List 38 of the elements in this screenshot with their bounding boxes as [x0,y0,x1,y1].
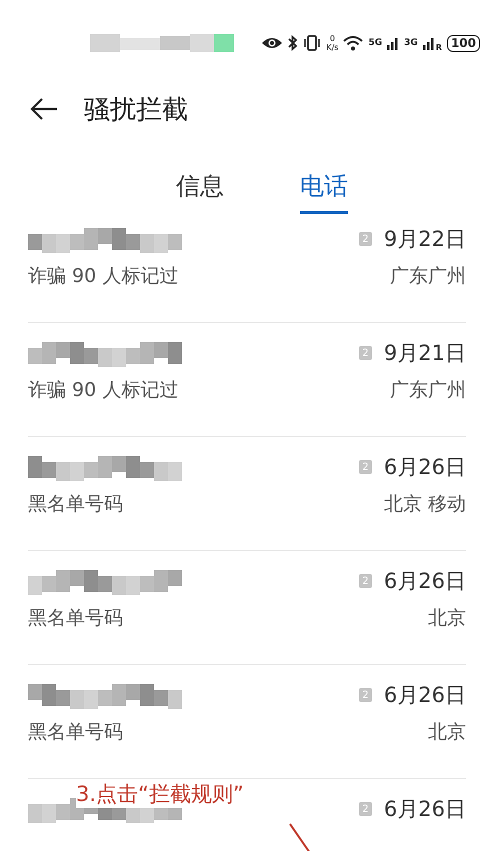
speed-unit: K/s [326,43,338,52]
call-date: 9月22日 [384,226,466,253]
call-label: 诈骗 90 人标记过 [28,264,180,289]
wifi-icon [343,35,364,51]
sim-badge: 2 [358,460,372,474]
call-date: 9月21日 [384,340,466,367]
call-date: 6月26日 [384,682,466,709]
page-title: 骚扰拦截 [84,94,188,126]
sim-badge: 2 [358,688,372,702]
sim-badge: 2 [358,802,372,816]
battery-indicator: 100 [446,34,480,52]
call-location: 北京 [428,606,466,631]
call-label: 黑名单号码 [28,720,124,745]
call-label: 诈骗 90 人标记过 [28,378,180,403]
signal-icon [387,36,400,50]
speed-value: 0 [330,34,335,43]
sim-badge: 2 [358,574,372,588]
bluetooth-icon [288,35,298,51]
call-location: 北京 [428,720,466,745]
eye-icon [261,36,284,50]
back-icon[interactable] [30,97,58,121]
tab[interactable]: 电话 [300,170,348,214]
call-date: 6月26日 [384,454,466,481]
call-location: 北京 移动 [384,492,466,517]
call-label: 黑名单号码 [28,606,124,631]
roaming-label: R [436,43,442,52]
tab[interactable]: 信息 [176,170,224,214]
sim-badge: 2 [358,232,372,246]
call-date: 6月26日 [384,796,466,823]
call-location: 广东广州 [390,378,466,403]
call-date: 6月26日 [384,568,466,595]
vibrate-icon [303,35,322,51]
call-label: 黑名单号码 [28,492,124,517]
signal-icon [422,36,435,50]
network-label: 5G [368,38,382,48]
call-location: 广东广州 [390,264,466,289]
network-label: 3G [404,38,418,48]
sim-badge: 2 [358,346,372,360]
